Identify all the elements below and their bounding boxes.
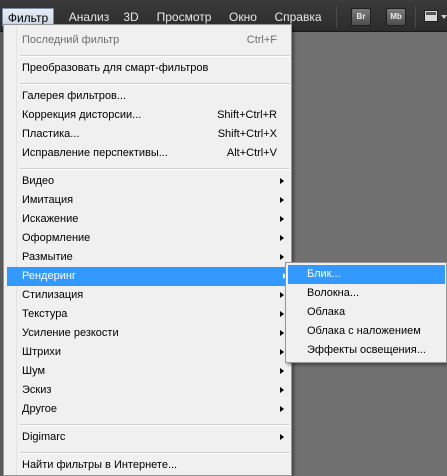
difference-clouds-item[interactable]: Облака с наложением <box>288 322 445 341</box>
filter-category-sketch[interactable]: Эскиз <box>20 381 290 400</box>
liquify-item[interactable]: Пластика... Shift+Ctrl+X <box>20 125 290 144</box>
menu-item-label: Оформление <box>22 232 91 244</box>
menu-item-label: Размытие <box>22 251 73 263</box>
chevron-right-icon <box>280 292 284 298</box>
menu-item-label: Имитация <box>22 194 74 206</box>
menu-item-label: Текстура <box>22 308 68 320</box>
lens-correction-item[interactable]: Коррекция дисторсии... Shift+Ctrl+R <box>20 106 290 125</box>
menu-separator <box>20 55 290 57</box>
chevron-right-icon <box>280 178 284 184</box>
filter-category-distort[interactable]: Искажение <box>20 210 290 229</box>
convert-smart-filters-item[interactable]: Преобразовать для смарт-фильтров <box>20 59 290 78</box>
filter-category-artistic[interactable]: Имитация <box>20 191 290 210</box>
menu-item-label: Облака с наложением <box>307 325 421 337</box>
chevron-right-icon <box>280 387 284 393</box>
menubar-separator <box>415 6 416 28</box>
menu-item-label: Облака <box>307 306 346 318</box>
filter-category-video[interactable]: Видео <box>20 172 290 191</box>
menu-item-label: Эскиз <box>22 384 52 396</box>
chevron-right-icon <box>280 197 284 203</box>
menu-item-shortcut: Alt+Ctrl+V <box>226 147 277 159</box>
bridge-button[interactable]: Br <box>351 8 371 26</box>
menu-separator <box>20 424 290 426</box>
screen-mode-icon <box>424 10 438 22</box>
chevron-right-icon <box>280 235 284 241</box>
chevron-right-icon <box>280 406 284 412</box>
vanishing-point-item[interactable]: Исправление перспективы... Alt+Ctrl+V <box>20 144 290 163</box>
screen-mode-dropdown[interactable] <box>422 8 447 26</box>
chevron-right-icon <box>280 368 284 374</box>
menu-item-label: Исправление перспективы... <box>22 147 168 159</box>
clouds-item[interactable]: Облака <box>288 303 445 322</box>
filter-category-digimarc[interactable]: Digimarc <box>20 428 290 447</box>
menu-item-label: Эффекты освещения... <box>307 344 426 356</box>
chevron-right-icon <box>280 349 284 355</box>
menu-item-label: Преобразовать для смарт-фильтров <box>22 62 209 74</box>
menu-item-shortcut: Shift+Ctrl+R <box>217 109 277 121</box>
menu-item-shortcut: Shift+Ctrl+X <box>217 128 277 140</box>
filter-gallery-item[interactable]: Галерея фильтров... <box>20 87 290 106</box>
menu-item-label: Штрихи <box>22 346 62 358</box>
filter-category-render[interactable]: Рендеринг <box>7 267 293 286</box>
menu-separator <box>20 83 290 85</box>
menu-item-label: Коррекция дисторсии... <box>22 109 142 121</box>
chevron-down-icon <box>441 15 447 19</box>
menu-item-label: Усиление резкости <box>22 327 119 339</box>
filter-category-other[interactable]: Другое <box>20 400 290 419</box>
fibers-item[interactable]: Волокна... <box>288 284 445 303</box>
filter-category-brush-strokes[interactable]: Штрихи <box>20 343 290 362</box>
filter-category-blur[interactable]: Размытие <box>20 248 290 267</box>
chevron-right-icon <box>280 330 284 336</box>
menu-gutter <box>4 25 17 475</box>
lens-flare-item[interactable]: Блик... <box>288 265 445 284</box>
menu-separator <box>20 168 290 170</box>
filter-category-sharpen[interactable]: Усиление резкости <box>20 324 290 343</box>
menubar-separator <box>336 6 337 28</box>
menu-item-label: Найти фильтры в Интернете... <box>22 459 178 471</box>
menu-item-label: Пластика... <box>22 128 80 140</box>
menu-item-label: Другое <box>22 403 57 415</box>
filter-menu: Последний фильтр Ctrl+F Преобразовать дл… <box>3 24 293 476</box>
filter-category-pixelate[interactable]: Оформление <box>20 229 290 248</box>
menu-item-label: Стилизация <box>22 289 84 301</box>
filter-category-stylize[interactable]: Стилизация <box>20 286 290 305</box>
menu-item-label: Волокна... <box>307 287 360 299</box>
menu-item-label: Искажение <box>22 213 79 225</box>
filter-category-noise[interactable]: Шум <box>20 362 290 381</box>
menu-separator <box>20 452 290 454</box>
browse-filters-online-item[interactable]: Найти фильтры в Интернете... <box>20 456 290 475</box>
menu-item-label: Видео <box>22 175 55 187</box>
chevron-right-icon <box>280 311 284 317</box>
last-filter-item[interactable]: Последний фильтр Ctrl+F <box>20 31 290 50</box>
menu-item-label: Галерея фильтров... <box>22 90 127 102</box>
menu-item-label: Рендеринг <box>22 270 76 282</box>
chevron-right-icon <box>280 254 284 260</box>
menu-item-label: Шум <box>22 365 46 377</box>
chevron-right-icon <box>280 434 284 440</box>
lighting-effects-item[interactable]: Эффекты освещения... <box>288 341 445 360</box>
chevron-right-icon <box>280 216 284 222</box>
mini-bridge-button[interactable]: Mb <box>386 8 406 26</box>
render-submenu: Блик... Волокна... Облака Облака с налож… <box>285 262 447 363</box>
menu-item-shortcut: Ctrl+F <box>246 34 277 46</box>
menu-item-label: Digimarc <box>22 431 66 443</box>
menu-item-label: Блик... <box>307 268 341 280</box>
menu-item-label: Последний фильтр <box>22 34 120 46</box>
filter-category-texture[interactable]: Текстура <box>20 305 290 324</box>
